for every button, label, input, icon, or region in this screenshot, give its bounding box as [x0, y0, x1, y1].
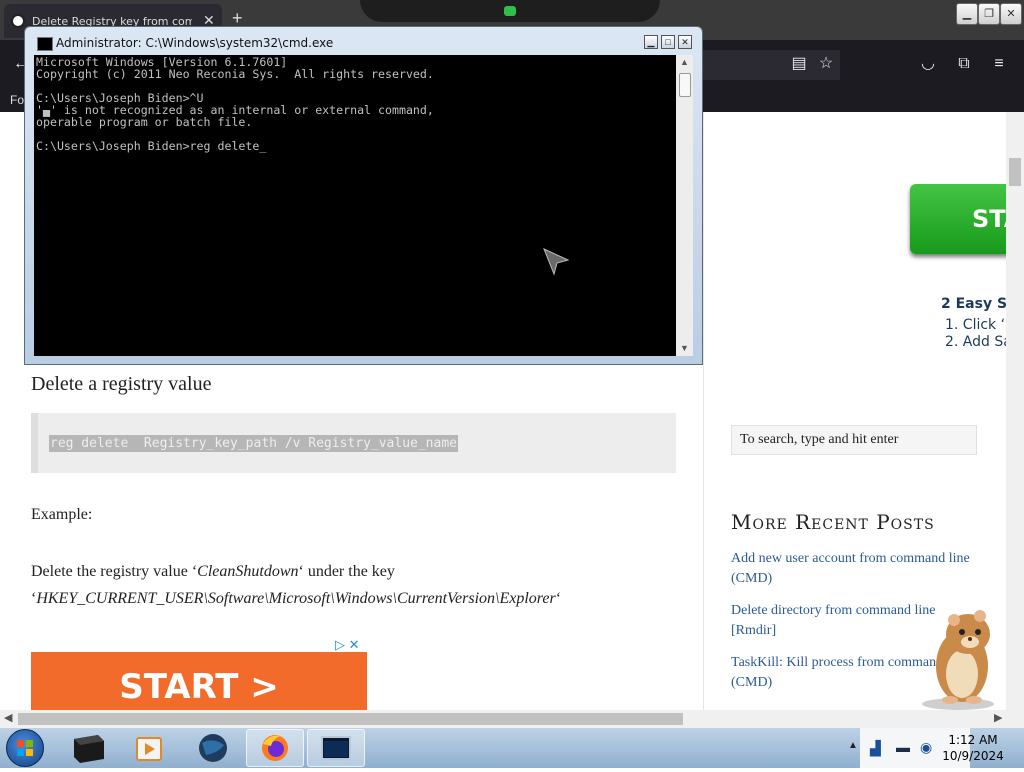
bookmark-folder[interactable]: Fo — [10, 93, 24, 107]
start-button[interactable] — [6, 729, 44, 767]
desc-value: CleanShutdown — [197, 563, 299, 580]
cmd-maximize-button[interactable]: □ — [661, 35, 675, 49]
page-vertical-scroll-thumb[interactable] — [1009, 158, 1021, 186]
cmd-line: Copyright (c) 2011 Neo Reconia Sys. All … — [36, 67, 434, 81]
mouse-pointer-icon — [543, 248, 570, 276]
section-heading: Delete a registry value — [31, 373, 212, 395]
display-icon[interactable]: ▬ — [896, 739, 910, 755]
close-button[interactable]: ✕ — [1000, 3, 1022, 25]
restore-button[interactable]: ❐ — [978, 3, 1000, 25]
camera-indicator-icon — [504, 6, 516, 16]
desc-key: HKEY_CURRENT_USER\Software\Microsoft\Win… — [36, 590, 556, 607]
cmd-scrollbar[interactable]: ▲ ▼ — [676, 55, 693, 356]
cmd-output[interactable]: Microsoft Windows [Version 6.1.7601] Cop… — [34, 55, 676, 152]
code-text[interactable]: reg delete Registry_key_path /v Registry… — [49, 435, 458, 452]
menu-icon[interactable]: ≡ — [988, 53, 1010, 75]
taskbar-clock[interactable]: 1:12 AM 10/9/2024 — [930, 732, 1016, 764]
ad-start-banner[interactable]: START > — [31, 652, 367, 710]
example-description: Delete the registry value ‘CleanShutdown… — [31, 558, 681, 612]
easy-step-2: 2. Add Sa — [945, 334, 1006, 350]
cmd-app-icon — [321, 736, 351, 760]
tray-expand-icon[interactable]: ▲ — [848, 740, 858, 751]
taskbar-app-box[interactable] — [58, 729, 116, 767]
search-input[interactable]: To search, type and hit enter — [731, 425, 977, 455]
easy-step-1: 1. Click ‘ — [945, 317, 1006, 333]
desc-mid: ‘ under the key — [298, 563, 395, 580]
firefox-icon — [262, 735, 288, 761]
cmd-line: operable program or batch file. — [36, 115, 253, 129]
sidebar-start-button[interactable]: STA — [910, 184, 1006, 254]
network-icon[interactable]: ▟ — [870, 740, 881, 757]
clock-date: 10/9/2024 — [942, 749, 1004, 763]
pocket-icon[interactable]: ◡ — [917, 53, 939, 75]
page-horizontal-scroll-thumb[interactable] — [18, 713, 683, 725]
desc-prefix: Delete the registry value ‘ — [31, 563, 198, 580]
black-box-icon — [74, 735, 104, 763]
media-player-icon — [136, 737, 162, 761]
cmd-window-title: Administrator: C:\Windows\system32\cmd.e… — [56, 36, 334, 50]
cmd-scroll-up-icon[interactable]: ▲ — [680, 57, 689, 67]
windows-logo-icon — [17, 740, 33, 756]
page-vertical-scrollbar[interactable] — [1006, 112, 1024, 710]
page-horizontal-scrollbar[interactable]: ◀ ▶ — [0, 710, 1024, 728]
scroll-left-icon[interactable]: ◀ — [4, 711, 12, 724]
taskbar-app-media[interactable] — [120, 729, 178, 767]
example-label: Example: — [31, 506, 93, 523]
cmd-close-button[interactable]: ✕ — [678, 35, 692, 49]
taskbar: ▲ ▟ ▬ ◉ 1:12 AM 10/9/2024 — [0, 728, 1024, 768]
column-divider — [703, 112, 704, 710]
code-block-accent — [31, 413, 38, 473]
taskbar-app-cmd[interactable] — [307, 729, 365, 767]
code-block: reg delete Registry_key_path /v Registry… — [31, 413, 676, 473]
cmd-scroll-thumb[interactable] — [679, 73, 691, 97]
site-favicon-icon — [11, 14, 25, 28]
clock-time: 1:12 AM — [948, 733, 998, 747]
bookmark-star-icon[interactable]: ☆ — [815, 53, 837, 75]
cmd-window-icon — [37, 37, 53, 51]
taskbar-app-firefox[interactable] — [246, 729, 304, 767]
scroll-right-icon[interactable]: ▶ — [994, 711, 1002, 724]
extensions-icon[interactable]: ⧉ — [953, 53, 975, 75]
cmd-console[interactable]: Microsoft Windows [Version 6.1.7601] Cop… — [34, 55, 676, 356]
camera-notch — [360, 0, 660, 22]
minimize-button[interactable]: ▁ — [956, 3, 978, 25]
taskbar-app-globe[interactable] — [184, 729, 242, 767]
desc-key-close: ‘ — [555, 590, 562, 607]
cmd-scroll-down-icon[interactable]: ▼ — [680, 343, 689, 353]
easy-steps-heading: 2 Easy St — [941, 296, 1006, 312]
recent-post-link[interactable]: Add new user account from command line (… — [731, 549, 981, 589]
globe-icon — [199, 734, 227, 762]
cmd-window[interactable]: Administrator: C:\Windows\system32\cmd.e… — [24, 26, 703, 365]
ad-choices-icon[interactable]: ▷ ✕ — [335, 637, 360, 653]
cmd-minimize-button[interactable]: ▁ — [644, 35, 658, 49]
recent-posts-heading: More Recent Posts — [731, 510, 935, 534]
hamster-mascot-icon[interactable] — [920, 604, 1006, 710]
cmd-prompt-line[interactable]: C:\Users\Joseph Biden>reg delete_ — [36, 139, 266, 153]
reader-view-icon[interactable]: ▤ — [788, 53, 810, 75]
